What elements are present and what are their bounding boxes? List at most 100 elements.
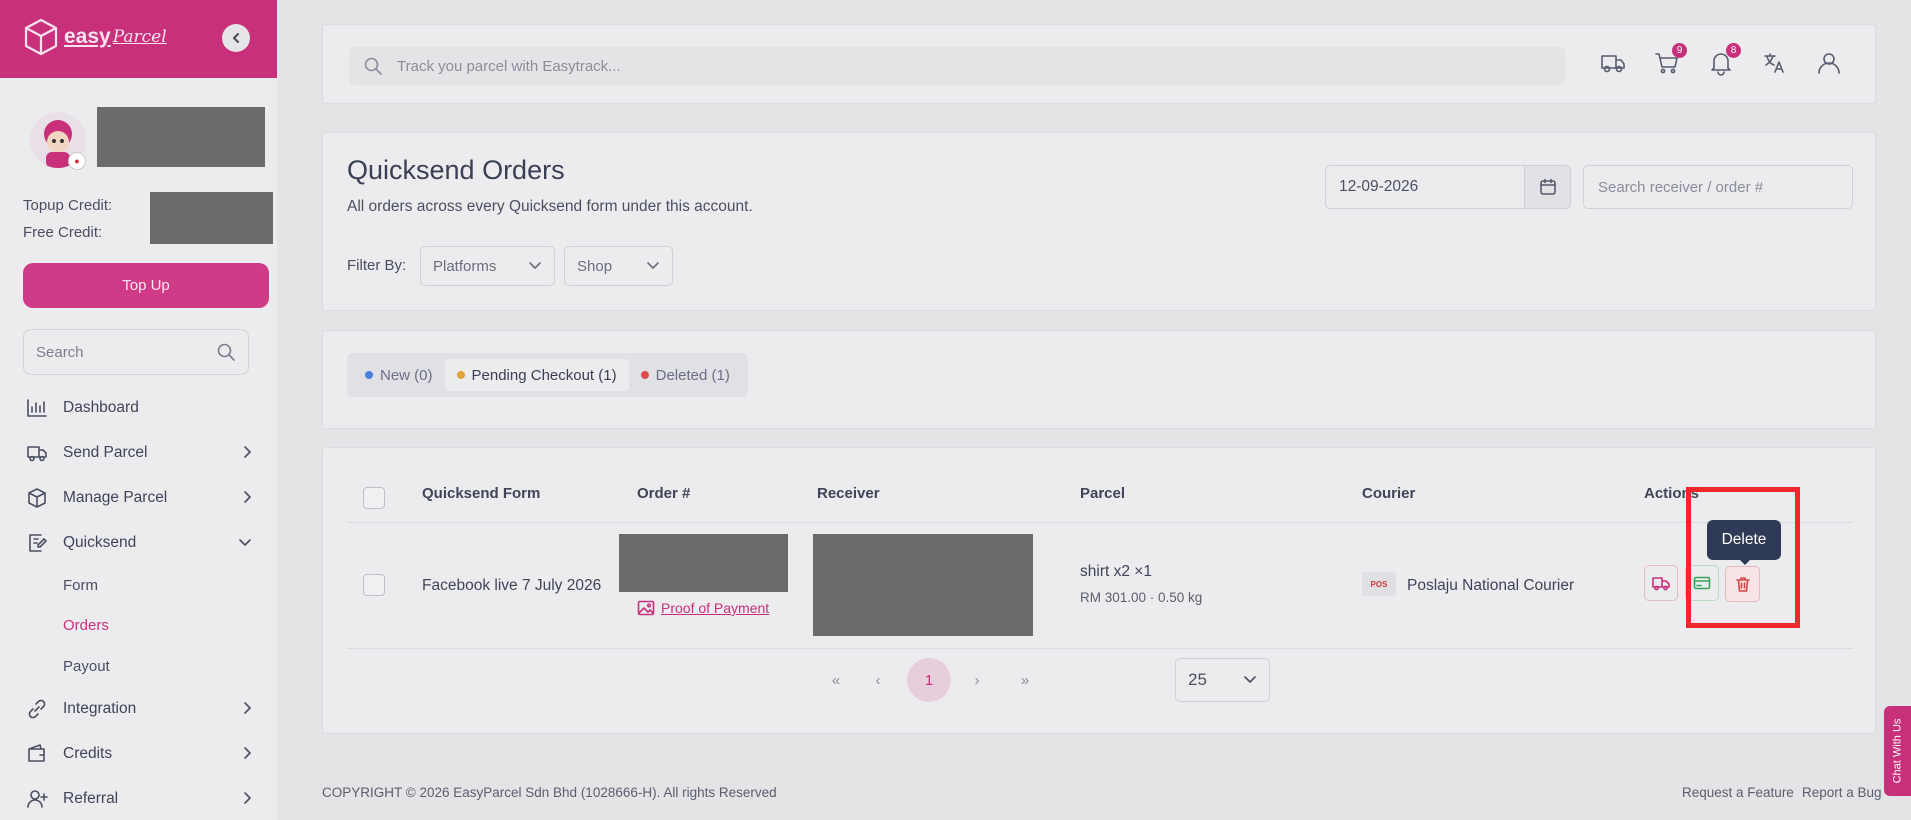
collapse-sidebar-button[interactable] (222, 24, 250, 52)
sidebar-item-send-parcel[interactable]: Send Parcel (26, 438, 252, 468)
receiver-search-placeholder: Search receiver / order # (1598, 178, 1764, 196)
tab-label: Pending Checkout (1) (471, 366, 617, 384)
column-header-order-number: Order # (637, 485, 691, 502)
row-parcel-meta: RM 301.00 · 0.50 kg (1080, 590, 1203, 605)
chevron-right-icon (244, 702, 251, 714)
status-tabs: New (0) Pending Checkout (1) Deleted (1) (347, 353, 748, 397)
tab-new[interactable]: New (0) (353, 359, 445, 391)
language-button[interactable] (1761, 49, 1789, 77)
sidebar-item-integration[interactable]: Integration (26, 694, 252, 724)
current-page-button[interactable]: 1 (907, 658, 951, 702)
report-bug-link[interactable]: Report a Bug (1802, 785, 1882, 800)
row-courier: Poslaju National Courier (1407, 577, 1575, 594)
user-profile-button[interactable] (1815, 49, 1843, 77)
sidebar-search-input[interactable]: Search (23, 329, 249, 375)
status-dot-icon (365, 371, 373, 379)
sidebar: easy Parcel ● Topup Credit: Free Credit:… (0, 0, 277, 820)
receiver-order-search-input[interactable]: Search receiver / order # (1583, 165, 1853, 209)
prev-page-button[interactable]: ‹ (856, 658, 900, 702)
column-header-courier: Courier (1362, 485, 1416, 502)
column-header-parcel: Parcel (1080, 485, 1126, 502)
courier-logo-text: POS (1370, 579, 1388, 589)
shipment-truck-button[interactable] (1599, 49, 1627, 77)
chevron-right-icon (244, 747, 251, 759)
trash-icon (1735, 577, 1750, 592)
chevron-down-icon (647, 262, 659, 269)
request-feature-link[interactable]: Request a Feature (1682, 785, 1794, 800)
box-icon (28, 488, 46, 508)
shop-dropdown-value: Shop (577, 257, 613, 275)
row-parcel-items: shirt x2 ×1 (1080, 563, 1152, 580)
truck-icon (1652, 577, 1670, 591)
date-filter-input[interactable]: 12-09-2026 (1325, 165, 1571, 209)
sidebar-item-dashboard[interactable]: Dashboard (26, 393, 252, 423)
tab-pending-checkout[interactable]: Pending Checkout (1) (444, 359, 629, 391)
chart-bar-icon (27, 399, 47, 417)
sidebar-item-label: Send Parcel (63, 444, 148, 461)
image-icon (637, 600, 655, 616)
chevron-down-icon (239, 539, 251, 546)
proof-of-payment-link[interactable]: Proof of Payment (637, 600, 769, 616)
select-all-checkbox[interactable] (363, 487, 385, 509)
topup-button[interactable]: Top Up (23, 263, 269, 308)
user-icon (1818, 53, 1840, 74)
free-credit-label: Free Credit: (23, 224, 103, 241)
platforms-dropdown-value: Platforms (433, 257, 497, 275)
next-page-button[interactable]: › (955, 658, 999, 702)
sidebar-search-placeholder: Search (36, 343, 84, 361)
user-plus-icon (27, 790, 48, 808)
sidebar-subitem-payout[interactable]: Payout (63, 658, 110, 675)
wallet-icon (28, 744, 45, 762)
row-divider (347, 648, 1853, 649)
chevron-right-icon (244, 491, 251, 503)
per-page-value: 25 (1188, 670, 1207, 689)
cart-count-badge: 9 (1672, 43, 1687, 58)
column-header-quicksend-form: Quicksend Form (422, 485, 541, 502)
chat-with-us-button[interactable]: Chat With Us (1884, 706, 1911, 796)
tab-deleted[interactable]: Deleted (1) (629, 359, 742, 391)
notifications-button[interactable]: 8 (1707, 43, 1741, 77)
sidebar-item-label: Integration (63, 700, 137, 717)
first-page-button[interactable]: « (814, 658, 858, 702)
track-parcel-search-input[interactable]: Track you parcel with Easytrack... (349, 47, 1565, 85)
search-icon (217, 343, 235, 361)
chevron-left-icon (233, 33, 239, 43)
top-bar: Track you parcel with Easytrack... 9 8 (322, 24, 1876, 104)
sidebar-item-label: Manage Parcel (63, 489, 168, 506)
sidebar-item-referral[interactable]: Referral (26, 784, 252, 814)
delete-tooltip: Delete (1707, 520, 1781, 565)
tab-label: New (0) (380, 366, 433, 384)
last-page-button[interactable]: » (1003, 658, 1047, 702)
ship-action-button[interactable] (1644, 565, 1678, 601)
date-filter-value: 12-09-2026 (1339, 178, 1419, 195)
sidebar-item-quicksend[interactable]: Quicksend (26, 528, 252, 558)
per-page-select[interactable]: 25 (1175, 658, 1270, 702)
sidebar-subitem-orders[interactable]: Orders (63, 617, 109, 634)
chevron-right-icon (244, 792, 251, 804)
brand-easy: easy (64, 25, 111, 48)
status-dot-icon (456, 371, 465, 379)
brand-logo[interactable]: easy Parcel (24, 18, 167, 56)
row-checkbox[interactable] (363, 574, 385, 596)
shop-dropdown[interactable]: Shop (564, 246, 673, 286)
redacted-username (97, 107, 265, 167)
delete-action-button[interactable] (1725, 566, 1760, 602)
platforms-dropdown[interactable]: Platforms (420, 246, 555, 286)
sidebar-item-credits[interactable]: Credits (26, 739, 252, 769)
filter-label: Filter By: (347, 257, 407, 274)
country-flag-icon: ● (68, 152, 86, 170)
truck-icon (1601, 55, 1625, 73)
sidebar-subitem-form[interactable]: Form (63, 577, 98, 594)
pagination: « ‹ 1 › » 25 (323, 658, 1875, 702)
edit-note-icon (29, 534, 47, 552)
courier-logo: POS (1362, 572, 1396, 596)
translate-icon (1764, 53, 1784, 73)
status-dot-icon (640, 371, 649, 379)
calendar-icon (1539, 178, 1556, 195)
chevron-down-icon (1244, 676, 1256, 683)
calendar-button[interactable] (1524, 166, 1570, 208)
cart-button[interactable]: 9 (1653, 43, 1687, 77)
sidebar-item-manage-parcel[interactable]: Manage Parcel (26, 483, 252, 513)
redacted-order-number (619, 534, 788, 592)
header-divider (347, 522, 1853, 523)
